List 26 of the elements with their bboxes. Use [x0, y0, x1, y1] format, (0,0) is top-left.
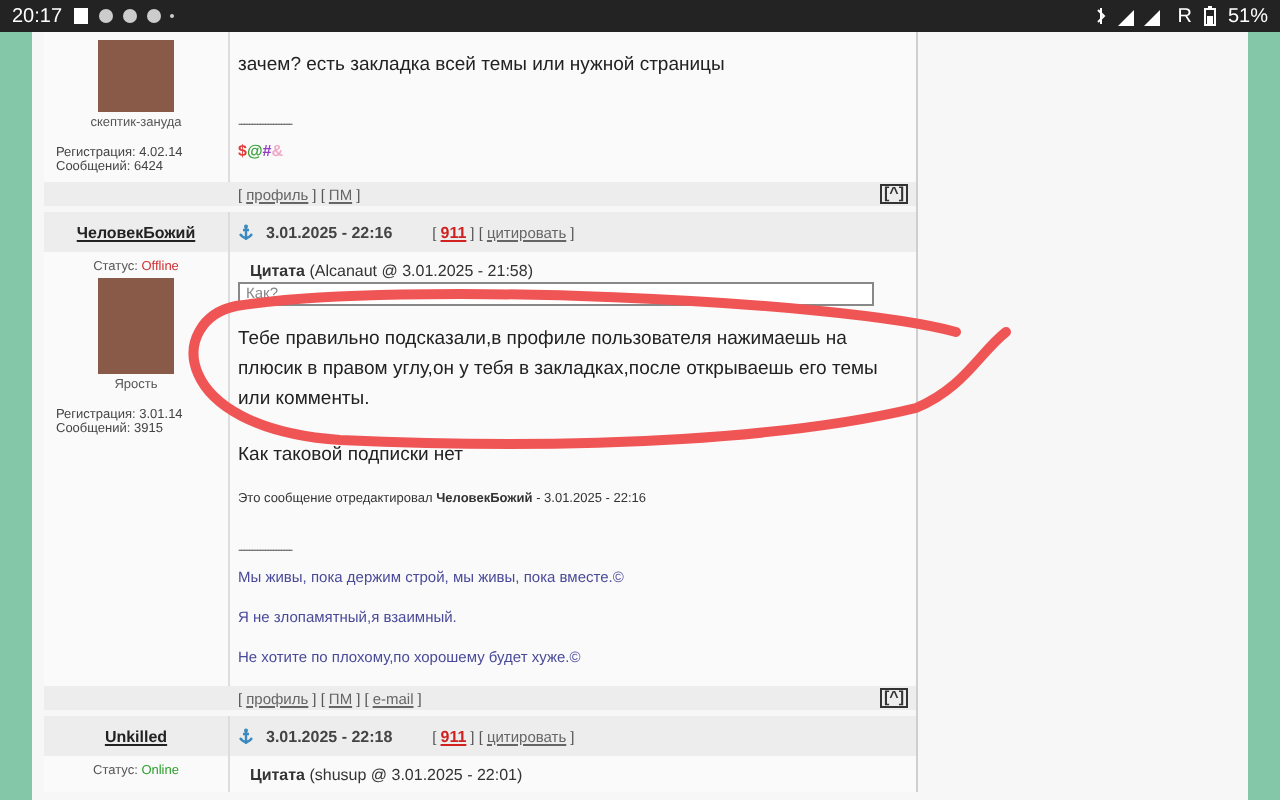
message-text: Тебе правильно подсказали,в профиле пользователя нажимаешь на плюсик в правом углу,он у тебя в закладках,после открываешь его темы или комменты.	[238, 326, 880, 414]
anchor-icon	[238, 727, 254, 745]
avatar-placeholder	[98, 278, 174, 374]
signal-icons	[1093, 7, 1166, 25]
battery-icon	[1203, 6, 1216, 26]
quote-header: Цитата (Alcanaut @ 3.01.2025 - 21:58)	[248, 262, 535, 280]
signature-symbol: #	[262, 142, 272, 160]
scroll-top-link[interactable]: [^]	[880, 688, 908, 708]
post-date: 3.01.2025 - 22:18	[266, 727, 393, 745]
notification-icons	[74, 8, 175, 24]
post-date: 3.01.2025 - 22:16	[266, 223, 393, 241]
anchor-icon	[238, 223, 254, 241]
avatar-placeholder	[98, 40, 174, 112]
battery-level: 51%	[1227, 5, 1268, 27]
roaming-indicator: R	[1177, 5, 1192, 27]
signature-symbol: $	[238, 142, 247, 160]
scroll-top-link[interactable]: [^]	[880, 184, 908, 204]
username-link[interactable]: Unkilled	[104, 727, 168, 745]
signature-symbol: &	[271, 142, 283, 160]
post-count-link[interactable]: 911	[440, 727, 467, 745]
message-text: Как таковой подписки нет	[238, 442, 465, 470]
clock: 20:17	[12, 5, 63, 27]
message-text: зачем? есть закладка всей темы или нужной страницы	[238, 52, 727, 80]
quote-header: Цитата (shusup @ 3.01.2025 - 22:01)	[248, 766, 525, 784]
signature-symbol: @	[246, 142, 263, 160]
post-count-link[interactable]: 911	[440, 223, 467, 241]
